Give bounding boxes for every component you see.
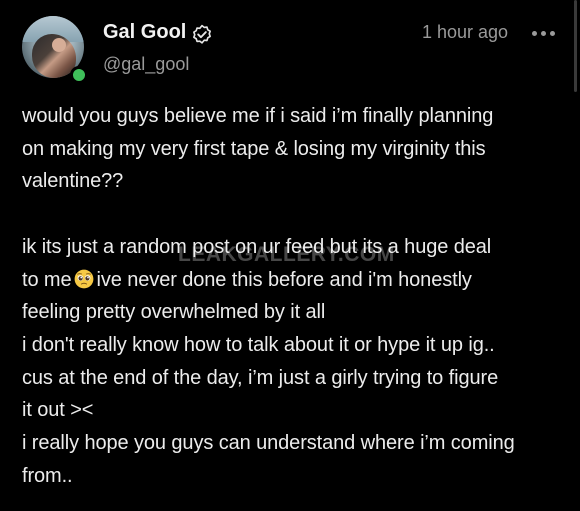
post-line: i don't really know how to talk about it… [22,333,495,356]
pleading-face-emoji [74,269,93,288]
post-line: on making my very first tape & losing my… [22,137,486,160]
post-line: it out >< [22,399,94,422]
online-status-dot [70,66,88,84]
post-line-text: ive never done this before and i'm hones… [96,268,472,291]
verified-badge-icon [193,24,211,44]
post-line: ik its just a random post on ur feed but… [22,235,492,258]
post-line: cus at the end of the day, i’m just a gi… [22,366,499,389]
post-line: would you guys believe me if i said i’m … [22,105,494,127]
post-line: to me ive never done this before and i'm… [22,264,570,297]
scrollbar[interactable] [574,0,577,92]
post-line: from.. [22,464,73,487]
post-timestamp[interactable]: 1 hour ago [422,22,508,43]
post-line-text: to me [22,268,72,291]
author-avatar[interactable] [22,16,88,84]
post-text: would you guys believe me if i said i’m … [22,100,570,492]
post-line: feeling pretty overwhelmed by it all [22,301,326,324]
post-line: i really hope you guys can understand wh… [22,432,515,455]
author-name[interactable]: Gal Gool [103,21,186,44]
post-line: valentine?? [22,170,124,193]
more-options-icon[interactable] [530,25,558,41]
author-handle[interactable]: @gal_gool [103,54,189,75]
